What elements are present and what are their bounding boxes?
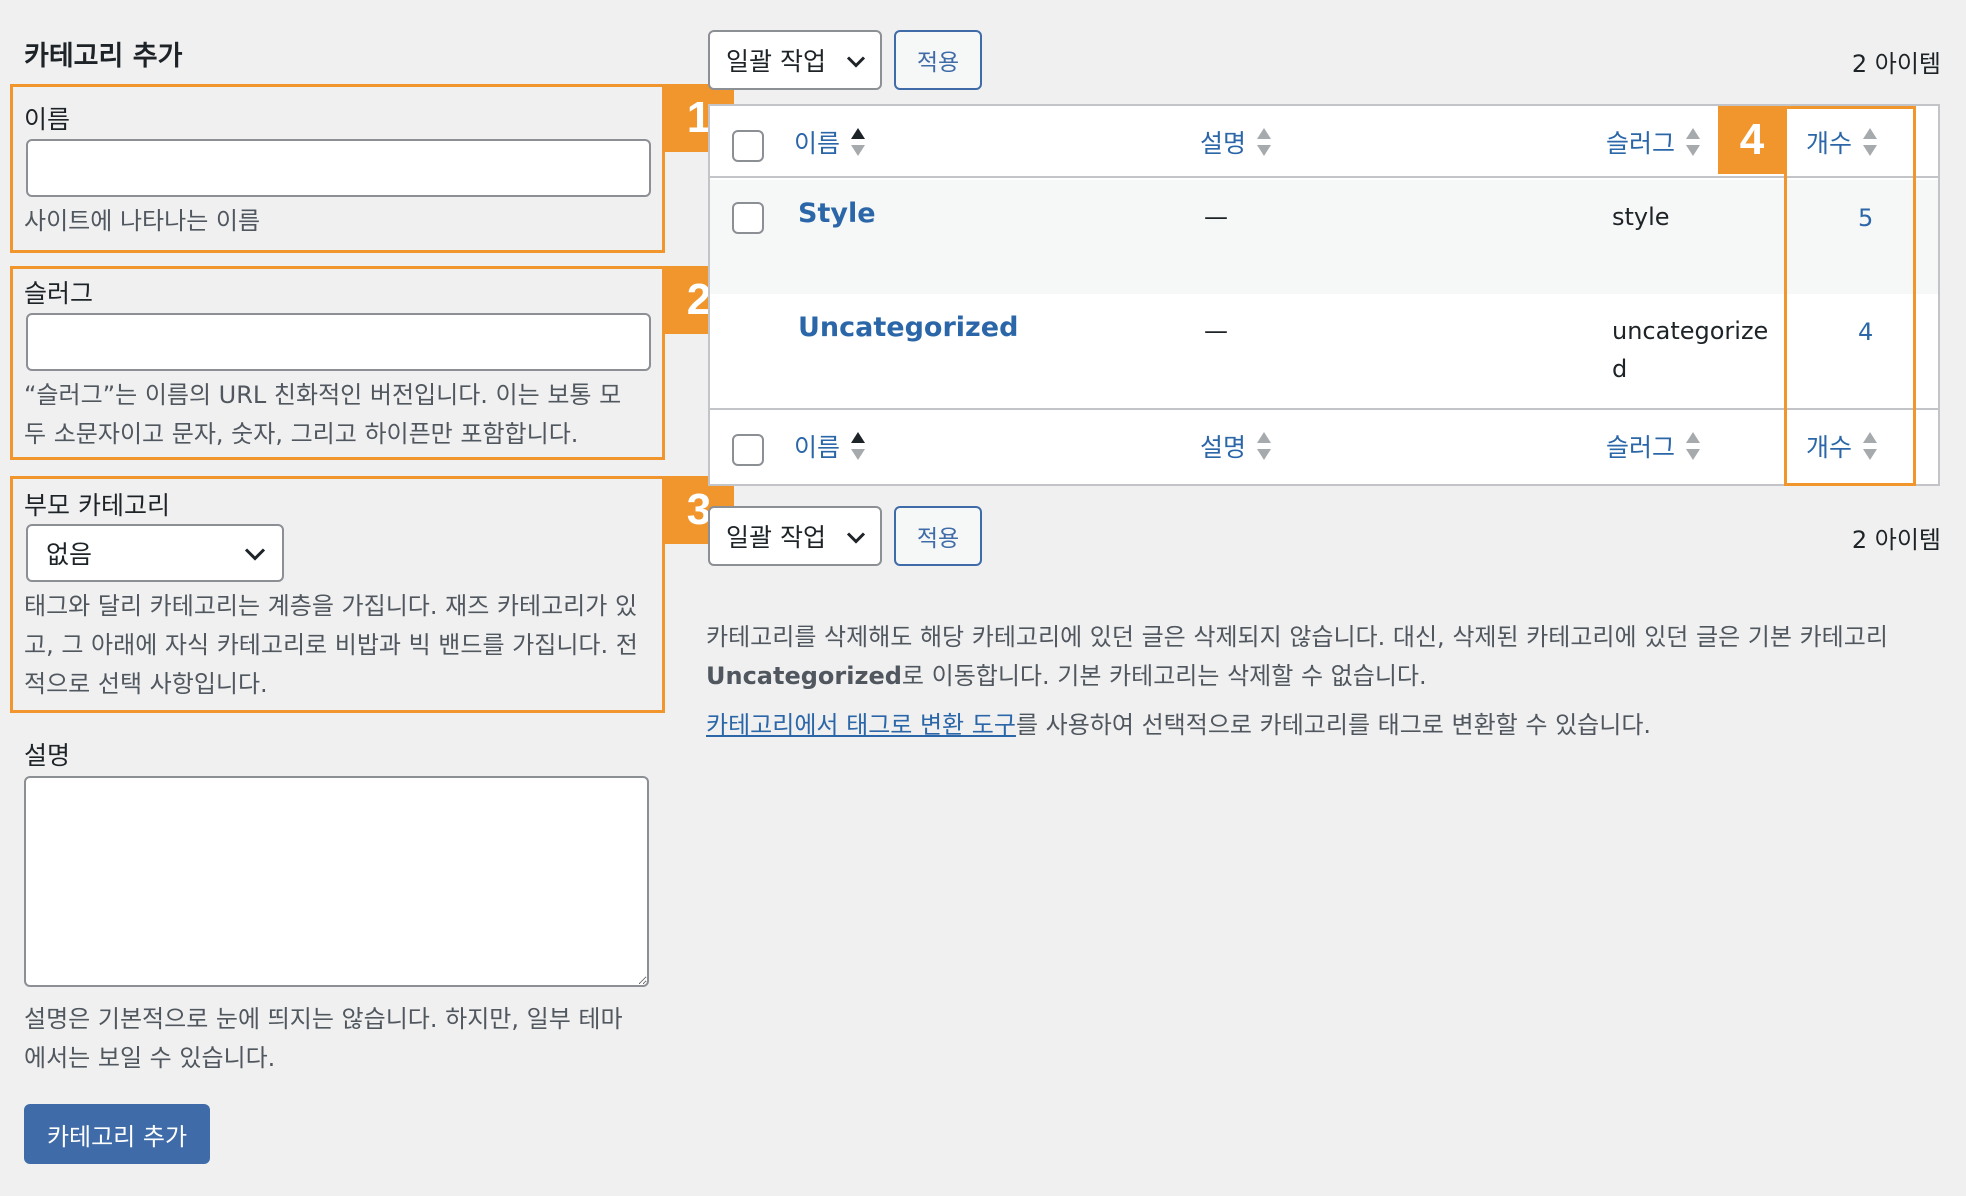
chevron-down-icon	[846, 522, 866, 551]
default-category-name: Uncategorized	[706, 662, 902, 690]
chevron-down-icon	[846, 46, 866, 75]
description-textarea[interactable]	[24, 776, 649, 987]
apply-button-top[interactable]: 적용	[894, 30, 982, 90]
sort-arrows-icon	[850, 126, 866, 158]
item-count-top: 2 아이템	[1851, 50, 1941, 78]
table-row: Style — style 5	[710, 180, 1938, 294]
column-header-name[interactable]: 이름	[794, 124, 866, 160]
row-checkbox[interactable]	[732, 202, 764, 234]
column-footer-slug[interactable]: 슬러그	[1606, 428, 1701, 464]
description-label: 설명	[24, 741, 71, 770]
bulk-action-value: 일괄 작업	[726, 47, 826, 76]
description-help-line1: 설명은 기본적으로 눈에 띄지는 않습니다. 하지만, 일부 테마	[24, 1005, 623, 1033]
bulk-action-select-top[interactable]: 일괄 작업	[708, 30, 882, 90]
converter-note: 카테고리에서 태그로 변환 도구를 사용하여 선택적으로 카테고리를 태그로 변…	[706, 711, 1652, 739]
column-header-description[interactable]: 설명	[1200, 124, 1272, 160]
category-slug-line1: uncategorize	[1612, 317, 1769, 345]
column-footer-name[interactable]: 이름	[794, 428, 866, 464]
category-name-link[interactable]: Style	[798, 198, 876, 229]
table-row: Uncategorized — uncategorize d 4	[710, 294, 1938, 410]
table-footer: 이름 설명 슬러그 개수	[710, 412, 1938, 484]
category-slug: style	[1612, 203, 1670, 231]
form-title: 카테고리 추가	[24, 41, 183, 72]
select-all-checkbox-bottom[interactable]	[732, 434, 764, 466]
bulk-action-select-bottom[interactable]: 일괄 작업	[708, 506, 882, 566]
category-slug-line2: d	[1612, 355, 1628, 383]
category-description: —	[1204, 203, 1228, 231]
category-description: —	[1204, 317, 1228, 345]
delete-note-line1: 카테고리를 삭제해도 해당 카테고리에 있던 글은 삭제되지 않습니다. 대신,…	[706, 623, 1888, 651]
callout-box-1	[10, 84, 665, 253]
column-footer-description[interactable]: 설명	[1200, 428, 1272, 464]
category-tag-converter-link[interactable]: 카테고리에서 태그로 변환 도구	[706, 711, 1016, 739]
select-all-checkbox-top[interactable]	[732, 130, 764, 162]
apply-button-bottom[interactable]: 적용	[894, 506, 982, 566]
callout-box-4	[1784, 106, 1916, 486]
add-category-button[interactable]: 카테고리 추가	[24, 1104, 210, 1164]
column-header-slug[interactable]: 슬러그	[1606, 124, 1701, 160]
category-name-link[interactable]: Uncategorized	[798, 312, 1018, 343]
callout-box-3	[10, 476, 665, 713]
callout-number-4: 4	[1718, 106, 1786, 174]
callout-box-2	[10, 266, 665, 460]
sort-arrows-icon	[1685, 430, 1701, 462]
sort-arrows-icon	[1256, 430, 1272, 462]
sort-arrows-icon	[1256, 126, 1272, 158]
sort-arrows-icon	[1685, 126, 1701, 158]
bulk-action-value: 일괄 작업	[726, 523, 826, 552]
description-help-line2: 에서는 보일 수 있습니다.	[24, 1044, 276, 1072]
item-count-bottom: 2 아이템	[1851, 526, 1941, 554]
sort-arrows-icon	[850, 430, 866, 462]
delete-note-line2: Uncategorized로 이동합니다. 기본 카테고리는 삭제할 수 없습니…	[706, 662, 1427, 690]
